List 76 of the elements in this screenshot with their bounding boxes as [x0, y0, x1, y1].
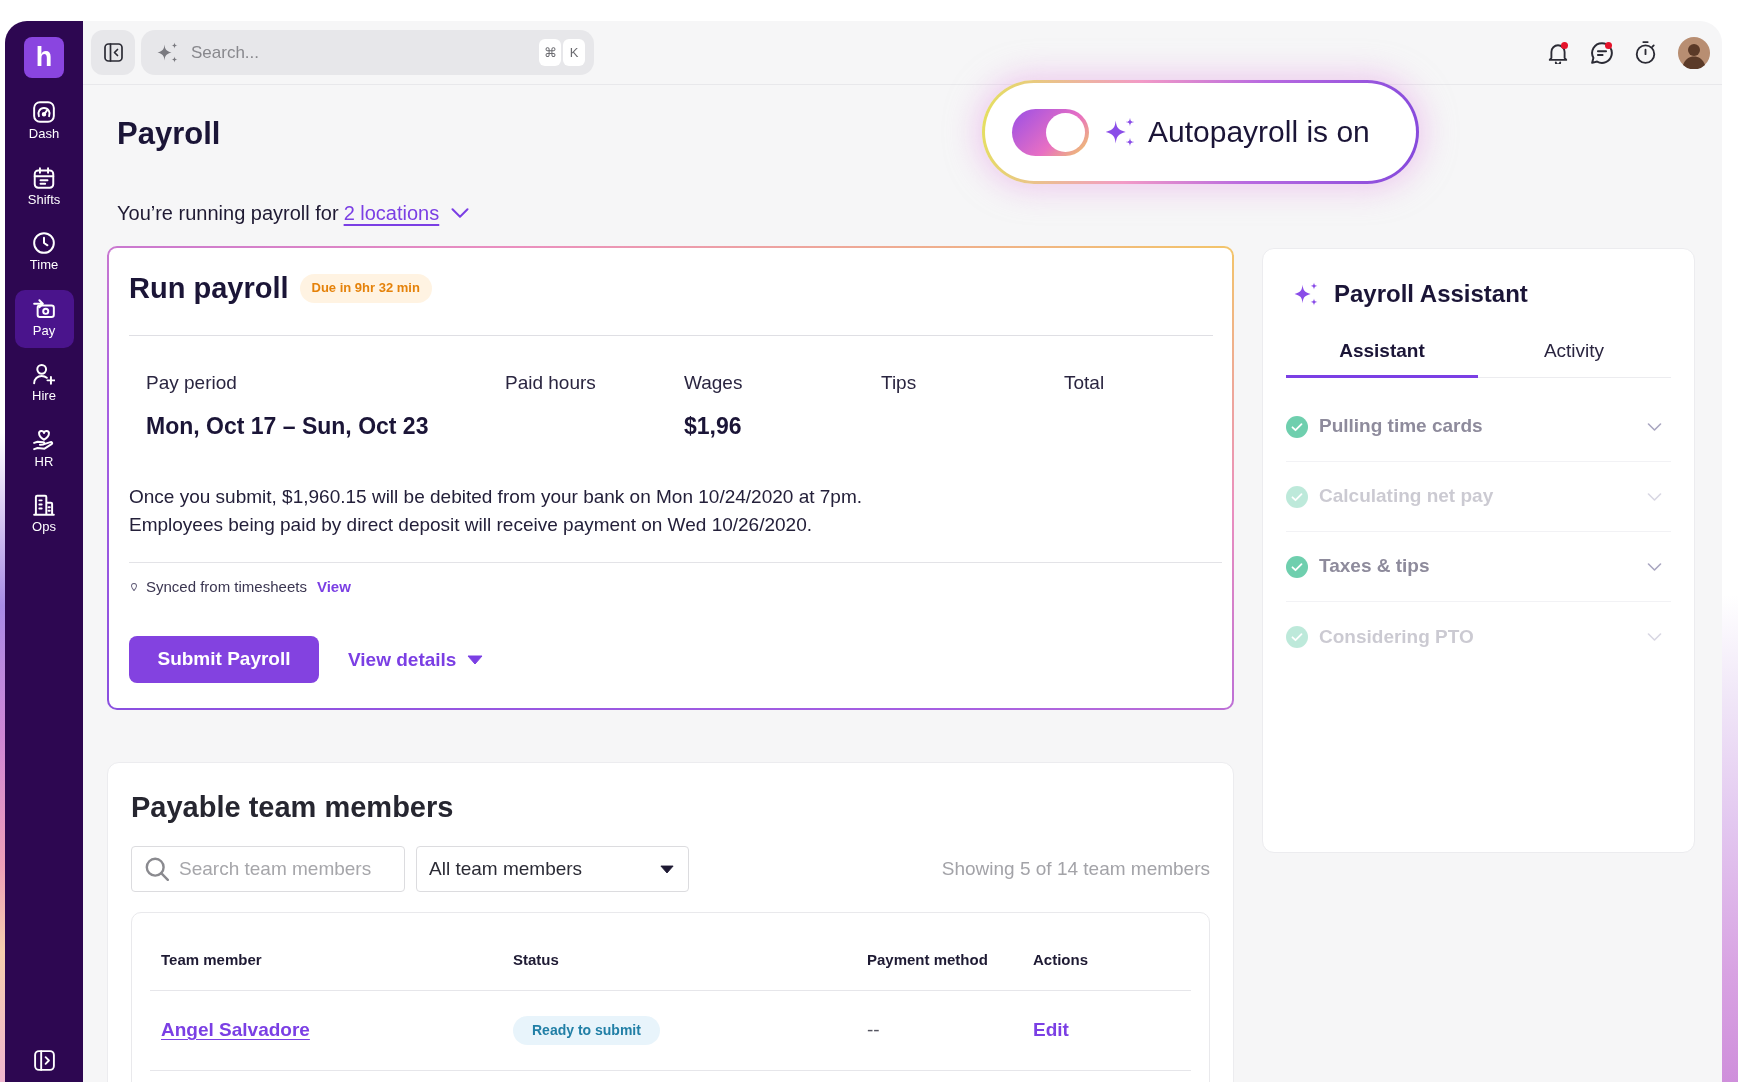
app-logo: h — [24, 37, 64, 78]
building-icon — [33, 494, 55, 516]
sparkle-icon — [1294, 282, 1318, 306]
sidebar-nav-item[interactable]: Shifts — [14, 158, 74, 217]
panel-tab[interactable]: Assistant — [1286, 328, 1478, 378]
user-avatar[interactable] — [1678, 36, 1710, 69]
chevron-down-icon — [451, 208, 470, 218]
submit-payroll-button[interactable]: Submit Payroll — [129, 636, 319, 683]
banknote-icon — [33, 297, 55, 320]
search-icon — [145, 857, 169, 881]
panel-title: Payroll Assistant — [1334, 279, 1528, 309]
chevron-down-icon — [1647, 492, 1662, 501]
chat-icon[interactable] — [1591, 41, 1613, 64]
sidebar-nav-item[interactable]: HR — [14, 420, 74, 479]
sidebar-nav-item[interactable]: Time — [14, 224, 74, 282]
sidebar-collapse-button[interactable] — [91, 30, 135, 75]
locations-link[interactable]: 2 locations — [343, 202, 440, 224]
sidebar-expand-icon[interactable] — [33, 1050, 55, 1071]
edit-link[interactable]: Edit — [1033, 1016, 1069, 1045]
chevron-down-icon — [1647, 422, 1662, 431]
chevron-down-icon — [1647, 562, 1662, 571]
assistant-step[interactable]: Taxes & tips — [1286, 552, 1671, 581]
caret-down-icon — [467, 654, 484, 665]
column-header: Team member — [161, 949, 262, 970]
assistant-step[interactable]: Pulling time cards — [1286, 412, 1671, 441]
status-badge: Ready to submit — [513, 1016, 660, 1045]
team-search-input[interactable]: Search team members — [179, 854, 396, 884]
chevron-down-icon — [1647, 633, 1662, 641]
column-header: Total — [1064, 371, 1105, 395]
sidebar-nav-item[interactable]: Dash — [14, 93, 74, 151]
sidebar-nav-item[interactable]: Hire — [14, 355, 74, 413]
page-title: Payroll — [117, 116, 221, 152]
view-timesheets-link[interactable]: View — [316, 577, 351, 597]
payment-notice-text: Once you submit, $1,960.15 will be debited from your bank on Mon 10/24/2020 at 7pm. — [129, 485, 862, 509]
sparkle-icon — [1105, 117, 1135, 147]
column-header: Payment method — [867, 949, 988, 970]
calendar-icon — [33, 166, 55, 189]
shortcut-key: ⌘ — [539, 39, 561, 66]
sidebar-collapse-icon — [103, 43, 123, 62]
member-filter-dropdown[interactable]: All team members — [416, 846, 689, 892]
bell-icon[interactable] — [1547, 41, 1569, 64]
team-search-field[interactable]: Search team members — [131, 846, 405, 892]
sparkle-icon — [157, 42, 178, 63]
column-value: $1,96 — [684, 412, 742, 441]
view-details-link[interactable]: View details — [348, 647, 484, 672]
payroll-scope-text: You’re running payroll for 2 locations — [117, 201, 440, 226]
column-header: Wages — [684, 371, 743, 395]
member-count-text: Showing 5 of 14 team members — [941, 856, 1210, 881]
caret-down-icon — [660, 864, 674, 874]
column-header: Status — [513, 949, 559, 970]
timer-icon[interactable] — [1635, 41, 1656, 64]
sidebar-nav-item[interactable]: Pay — [14, 289, 74, 348]
sync-status-text: Synced from timesheets — [146, 577, 307, 597]
sidebar-nav-item[interactable]: Ops — [14, 486, 74, 544]
user-plus-icon — [33, 363, 55, 385]
section-title: Payable team members — [131, 790, 454, 825]
payment-method-cell-text: -- — [867, 1018, 880, 1043]
search-input[interactable]: Search... — [191, 37, 539, 68]
panel-tab[interactable]: Activity — [1478, 328, 1670, 378]
payment-notice-text: Employees being paid by direct deposit will receive payment on Wed 10/26/2020. — [129, 513, 812, 537]
shortcut-key: K — [563, 39, 585, 66]
column-header: Pay period — [146, 371, 237, 395]
gauge-icon — [33, 101, 55, 123]
member-name-link[interactable]: Angel Salvadore — [161, 1016, 310, 1045]
pin-icon — [131, 583, 137, 591]
card-title: Run payroll — [129, 271, 289, 306]
clock-icon — [33, 232, 55, 254]
column-header: Paid hours — [505, 371, 596, 395]
column-header: Tips — [881, 371, 917, 395]
autopayroll-status-text: Autopayroll is on — [1148, 114, 1370, 150]
autopayroll-toggle[interactable] — [1012, 108, 1089, 156]
due-badge: Due in 9hr 32 min — [299, 273, 432, 303]
column-value: Mon, Oct 17 – Sun, Oct 23 — [146, 412, 429, 441]
search-field[interactable]: Search... ⌘ K — [141, 30, 594, 75]
column-header: Actions — [1033, 949, 1088, 970]
heart-hand-icon — [33, 428, 55, 451]
